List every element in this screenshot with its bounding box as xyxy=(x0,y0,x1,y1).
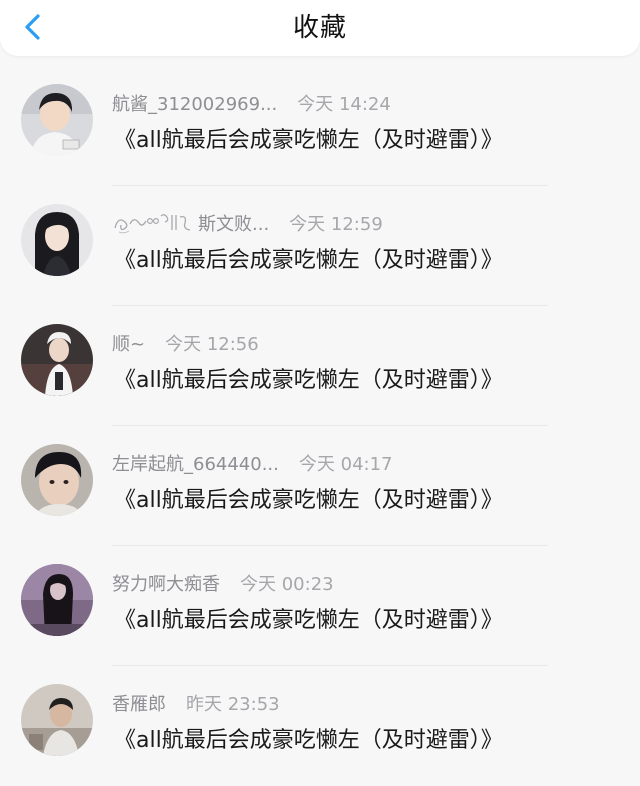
username[interactable]: 航酱_312002969... xyxy=(112,90,277,116)
favorite-item[interactable]: 航酱_312002969... 今天 14:24 《all航最后会成豪吃懒左（及时… xyxy=(0,66,640,186)
item-meta: 航酱_312002969... 今天 14:24 xyxy=(112,90,391,116)
boy-cap-portrait-icon xyxy=(21,324,93,396)
timestamp: 今天 00:23 xyxy=(240,574,334,595)
item-meta: 香雁郎 昨天 23:53 xyxy=(112,690,280,716)
book-title[interactable]: 《all航最后会成豪吃懒左（及时避雷）》 xyxy=(114,722,503,754)
avatar[interactable] xyxy=(21,444,93,516)
username[interactable]: 左岸起航_664440... xyxy=(112,450,279,476)
boy-portrait-icon xyxy=(21,84,93,156)
timestamp: 今天 12:59 xyxy=(289,214,383,235)
book-title[interactable]: 《all航最后会成豪吃懒左（及时避雷）》 xyxy=(114,482,503,514)
favorites-list: 航酱_312002969... 今天 14:24 《all航最后会成豪吃懒左（及时… xyxy=(0,66,640,786)
username[interactable]: 香雁郎 xyxy=(112,690,166,716)
dark-hair-figure-icon xyxy=(21,564,93,636)
favorite-item[interactable]: 斯文败... 今天 12:59 《all航最后会成豪吃懒左（及时避雷）》 xyxy=(0,186,640,306)
book-title[interactable]: 《all航最后会成豪吃懒左（及时避雷）》 xyxy=(114,362,503,394)
favorite-item[interactable]: 左岸起航_664440... 今天 04:17 《all航最后会成豪吃懒左（及时避… xyxy=(0,426,640,546)
username[interactable]: 斯文败... xyxy=(198,210,269,236)
decorative-swirl-icon xyxy=(114,214,191,234)
timestamp: 昨天 23:53 xyxy=(186,694,280,715)
timestamp: 今天 14:24 xyxy=(297,94,391,115)
item-meta: 斯文败... 今天 12:59 xyxy=(112,210,383,236)
timestamp: 今天 04:17 xyxy=(298,454,393,475)
girl-portrait-icon xyxy=(21,204,93,276)
avatar[interactable] xyxy=(21,84,93,156)
favorite-item[interactable]: 努力啊大痴香 今天 00:23 《all航最后会成豪吃懒左（及时避雷）》 xyxy=(0,546,640,666)
book-title[interactable]: 《all航最后会成豪吃懒左（及时避雷）》 xyxy=(114,602,503,634)
header-bar: 收藏 xyxy=(0,0,640,56)
book-title[interactable]: 《all航最后会成豪吃懒左（及时避雷）》 xyxy=(114,122,503,154)
avatar[interactable] xyxy=(21,684,93,756)
avatar[interactable] xyxy=(21,564,93,636)
timestamp: 今天 12:56 xyxy=(165,334,259,355)
avatar[interactable] xyxy=(21,324,93,396)
person-photo-icon xyxy=(21,684,93,756)
item-meta: 顺~ 今天 12:56 xyxy=(112,330,259,356)
username[interactable]: 顺~ xyxy=(112,330,145,356)
username[interactable]: 努力啊大痴香 xyxy=(112,570,220,596)
avatar[interactable] xyxy=(21,204,93,276)
page-title: 收藏 xyxy=(292,13,347,43)
item-meta: 努力啊大痴香 今天 00:23 xyxy=(112,570,334,596)
favorite-item[interactable]: 香雁郎 昨天 23:53 《all航最后会成豪吃懒左（及时避雷）》 xyxy=(0,666,640,786)
book-title[interactable]: 《all航最后会成豪吃懒左（及时避雷）》 xyxy=(114,242,503,274)
favorite-item[interactable]: 顺~ 今天 12:56 《all航最后会成豪吃懒左（及时避雷）》 xyxy=(0,306,640,426)
boy-closeup-portrait-icon xyxy=(21,444,93,516)
item-meta: 左岸起航_664440... 今天 04:17 xyxy=(112,450,393,476)
